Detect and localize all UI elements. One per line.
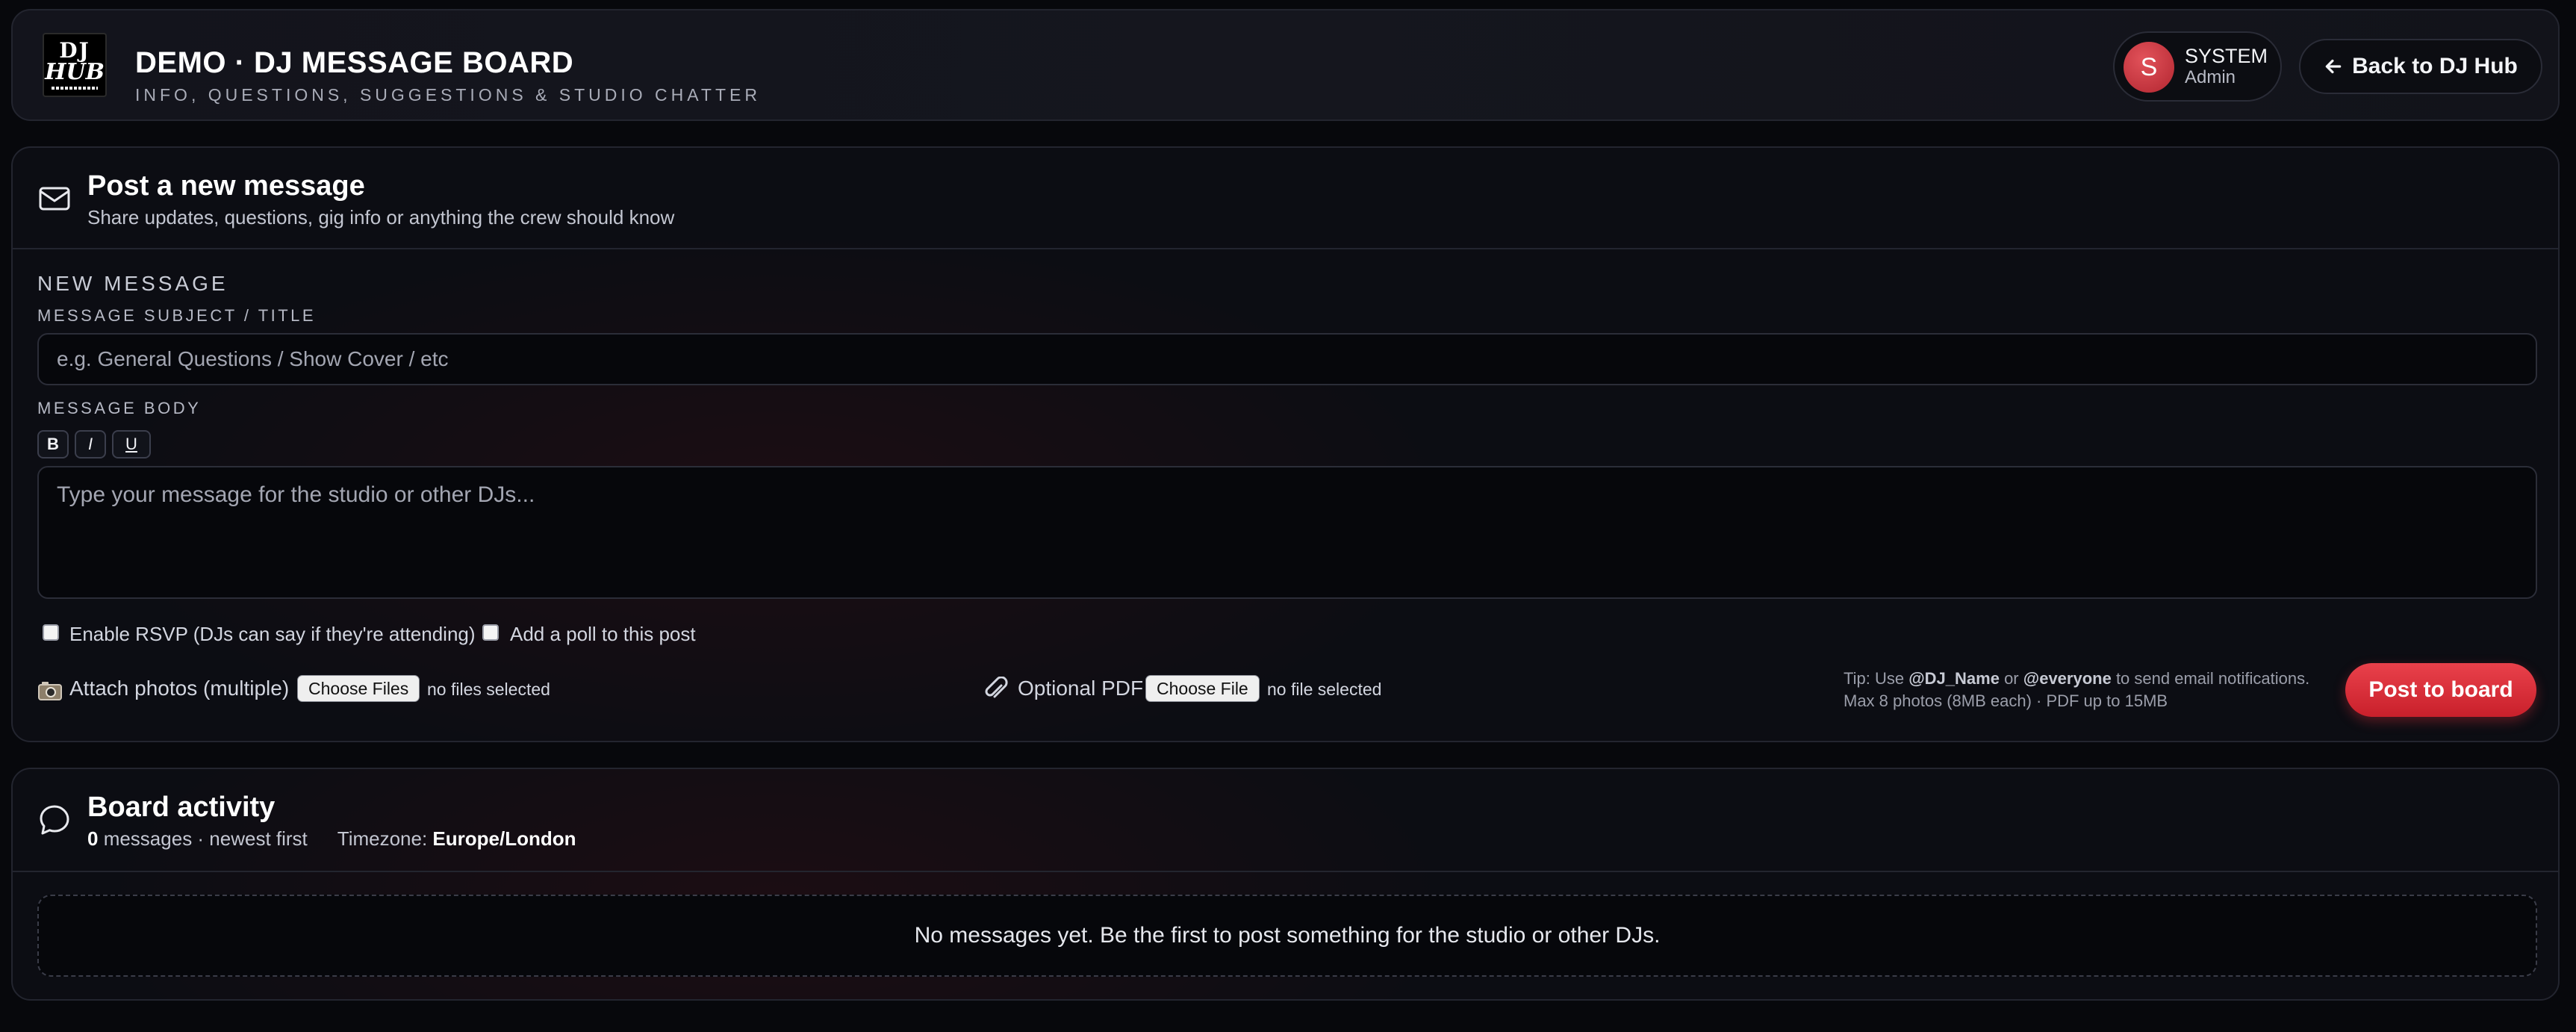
subject-label: MESSAGE SUBJECT / TITLE [37,306,317,325]
activity-panel-header: Board activity 0 messages · newest first… [13,769,2558,872]
upload-limits: Max 8 photos (8MB each) · PDF up to 15MB [1844,691,2168,710]
activity-meta: 0 messages · newest first Timezone: Euro… [87,827,576,851]
timezone-value: Europe/London [432,827,576,850]
tip-prefix: Tip: Use [1844,669,1909,688]
logo-underline [52,87,98,90]
empty-state: No messages yet. Be the first to post so… [37,895,2537,977]
chat-bubble-icon [40,805,69,835]
dj-hub-logo: DJ HUB [43,33,107,97]
timezone-label: Timezone: [337,827,433,850]
rsvp-label: Enable RSVP (DJs can say if they're atte… [69,623,476,645]
underline-button[interactable]: U [112,430,151,459]
bold-button[interactable]: B [37,430,69,459]
message-body-textarea[interactable] [37,466,2537,599]
activity-title: Board activity [87,792,276,823]
pdf-label: Optional PDF [1018,677,1144,700]
compose-subtitle: Share updates, questions, gig info or an… [87,206,675,229]
page-subtitle: INFO, QUESTIONS, SUGGESTIONS & STUDIO CH… [135,85,761,105]
page: DJ HUB DEMO · DJ MESSAGE BOARD INFO, QUE… [0,0,2576,1032]
compose-title: Post a new message [87,170,365,202]
app-header: DJ HUB DEMO · DJ MESSAGE BOARD INFO, QUE… [11,9,2560,121]
photos-status: no files selected [427,680,550,699]
body-label: MESSAGE BODY [37,399,202,417]
tip-everyone: @everyone [2023,669,2112,688]
activity-panel: Board activity 0 messages · newest first… [11,768,2560,1001]
pdf-status: no file selected [1267,680,1382,699]
user-role: Admin [2185,67,2236,87]
avatar: S [2124,42,2174,93]
camera-icon [38,682,62,700]
choose-pdf-button[interactable]: Choose File [1145,675,1260,702]
tip-mention: @DJ_Name [1908,669,2000,688]
user-chip[interactable]: S SYSTEM Admin [2113,31,2282,102]
logo-line2: HUB [45,59,105,85]
back-to-hub-button[interactable]: Back to DJ Hub [2299,39,2542,94]
user-name: SYSTEM [2185,45,2268,67]
envelope-icon [39,187,70,211]
poll-checkbox[interactable] [482,624,499,641]
page-title: DEMO · DJ MESSAGE BOARD [135,46,574,79]
mention-tip: Tip: Use @DJ_Name or @everyone to send e… [1844,669,2309,688]
message-count: 0 [87,827,99,850]
logo-line1: DJ [59,38,90,63]
poll-label: Add a poll to this post [510,623,696,645]
paperclip-icon [985,677,1008,698]
empty-state-text: No messages yet. Be the first to post so… [914,923,1661,948]
post-to-board-button[interactable]: Post to board [2345,663,2536,717]
photos-label: Attach photos (multiple) [69,677,290,700]
tip-or: or [1999,669,2023,688]
choose-photos-button[interactable]: Choose Files [297,675,420,702]
compose-panel: Post a new message Share updates, questi… [11,146,2560,742]
back-button-label: Back to DJ Hub [2352,54,2518,78]
arrow-left-icon [2325,59,2342,74]
compose-panel-header: Post a new message Share updates, questi… [13,148,2558,249]
subject-input[interactable] [37,333,2537,385]
rsvp-checkbox[interactable] [43,624,59,641]
message-count-suffix: messages · newest first [98,827,308,850]
new-message-heading: NEW MESSAGE [37,272,228,295]
tip-suffix: to send email notifications. [2111,669,2310,688]
italic-button[interactable]: I [75,430,106,459]
